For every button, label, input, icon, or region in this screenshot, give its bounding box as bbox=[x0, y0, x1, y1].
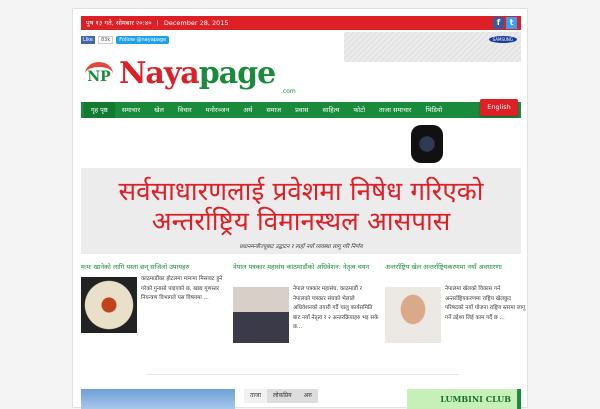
article-card: अन्तर्राष्ट्रिय खेल अन्तर्राष्ट्रियकरणमा… bbox=[385, 263, 530, 343]
widget-tabs: ताजा लोकप्रिय अरु bbox=[244, 389, 318, 403]
nav-item[interactable]: विचार bbox=[171, 102, 199, 118]
tab-other[interactable]: अरु bbox=[297, 389, 318, 403]
nav-item[interactable]: मनोरञ्जन bbox=[199, 102, 237, 118]
article-thumbnail[interactable] bbox=[385, 287, 441, 343]
article-title[interactable]: नेपाल पत्रकार महासंघ काठमाडौंको अधिवेशन:… bbox=[233, 263, 378, 272]
article-excerpt: काठमाडौंका होटलमा मःमःमा मिसावट हुने गरे… bbox=[141, 276, 223, 301]
nav-item[interactable]: साहित्य bbox=[316, 102, 347, 118]
site-logo[interactable]: NP Nayapage .com bbox=[81, 56, 303, 101]
facebook-like-button[interactable]: Like bbox=[81, 36, 95, 44]
watch-ad-image[interactable] bbox=[411, 125, 443, 163]
article-title[interactable]: अन्तर्राष्ट्रिय खेल अन्तर्राष्ट्रियकरणमा… bbox=[385, 263, 530, 272]
article-title[interactable]: मःमः खानेको लागि यस्ता छन् सजिलो उपायहरु bbox=[81, 263, 226, 272]
nav-item[interactable]: अर्थ bbox=[236, 102, 259, 118]
headline-box: सर्वसाधारणलाई प्रवेशमा निषेध गरिएको अन्त… bbox=[81, 168, 521, 254]
article-card: नेपाल पत्रकार महासंघ काठमाडौंको अधिवेशन:… bbox=[233, 263, 378, 343]
logo-domain: .com bbox=[281, 88, 296, 95]
twitter-icon[interactable]: t bbox=[506, 17, 517, 29]
nav-item[interactable]: खेल bbox=[147, 102, 171, 118]
article-thumbnail[interactable] bbox=[233, 287, 289, 343]
featured-image[interactable] bbox=[81, 389, 235, 409]
english-button[interactable]: English bbox=[480, 99, 518, 116]
page-container: पुष १३ गते, सोमबार २०:४० | December 28, 20… bbox=[72, 8, 530, 409]
sidebar-ad[interactable]: LUMBINI CLUB bbox=[407, 389, 521, 409]
nav-item[interactable]: ताजा समाचार bbox=[372, 102, 418, 118]
nav-item[interactable]: फोटो bbox=[346, 102, 372, 118]
nav-item-home[interactable]: गृह पृष्ठ bbox=[84, 102, 115, 118]
nav-item[interactable]: समाज bbox=[259, 102, 288, 118]
facebook-icon[interactable]: f bbox=[493, 17, 504, 29]
social-buttons: Like 83k Follow @nayapage bbox=[81, 36, 170, 44]
like-count: 83k bbox=[97, 36, 114, 44]
top-bar: पुष १३ गते, सोमबार २०:४० | December 28, 20… bbox=[81, 16, 521, 30]
nav-item[interactable]: समाचार bbox=[115, 102, 147, 118]
divider bbox=[147, 374, 459, 375]
logo-text: Nayapage bbox=[119, 56, 276, 91]
nav-item[interactable]: प्रवास bbox=[288, 102, 315, 118]
article-thumbnail[interactable] bbox=[81, 277, 137, 333]
tab-popular[interactable]: लोकप्रिय bbox=[266, 389, 298, 403]
headline-caption: प्रधानमन्त्रीज्यूबाट उद्घाटन र त्यहाँ नय… bbox=[239, 244, 363, 250]
article-excerpt: नेपाल पत्रकार महासंघ, काठमाडौं र नेपालको… bbox=[293, 286, 379, 330]
nav-item[interactable]: भिडियो bbox=[418, 102, 449, 118]
main-nav: गृह पृष्ठ समाचार खेल विचार मनोरञ्जन अर्थ… bbox=[81, 102, 521, 118]
twitter-follow-button[interactable]: Follow @nayapage bbox=[116, 36, 170, 44]
nepali-date: पुष १३ गते, सोमबार २०:४० bbox=[86, 19, 152, 27]
english-date: December 28, 2015 bbox=[163, 19, 229, 27]
headline[interactable]: सर्वसाधारणलाई प्रवेशमा निषेध गरिएको अन्त… bbox=[81, 168, 521, 240]
header-ad-banner[interactable]: SAMSUNG bbox=[344, 32, 521, 62]
logo-mark: NP bbox=[85, 62, 113, 86]
tab-latest[interactable]: ताजा bbox=[244, 389, 267, 403]
article-card: मःमः खानेको लागि यस्ता छन् सजिलो उपायहरु… bbox=[81, 263, 226, 333]
samsung-logo: SAMSUNG bbox=[488, 36, 517, 43]
article-excerpt: नेपालमा खेलको विकास गर्न अन्तर्राष्ट्रिय… bbox=[445, 286, 526, 321]
